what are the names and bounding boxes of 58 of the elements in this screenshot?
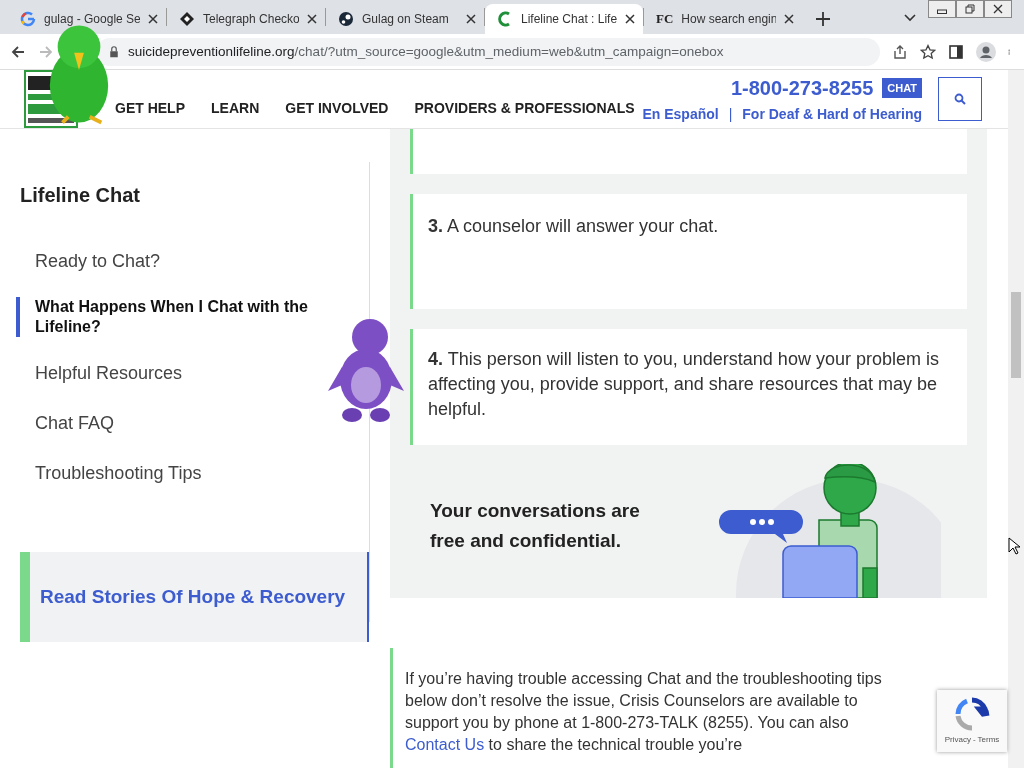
lock-icon: [108, 45, 120, 58]
chat-trouble-paragraph: If you’re having trouble accessing Chat and the troubleshooting tips below don’t resolve the issue, Crisis Counselors are available to support you by phone at 1-800-273-TALK (8255). You can also Contact Us to share the technical trouble you’re: [405, 669, 883, 755]
stories-link[interactable]: Read Stories Of Hope & Recovery: [20, 552, 369, 642]
recaptcha-link[interactable]: Privacy: [944, 735, 971, 744]
step-text: 4. This person will listen to you, understand how your problem is affecting you, provide support, and share resources that may be helpful.: [428, 348, 940, 421]
link-separator: |: [728, 105, 733, 122]
scrollbar-thumb[interactable]: [1011, 292, 1021, 378]
nav-link[interactable]: GET INVOLVED: [285, 100, 389, 116]
sidebar-link[interactable]: What Happens When I Chat with the Lifeline?: [16, 297, 316, 337]
browser-tab[interactable]: Gulag on Steam: [326, 4, 484, 34]
browser-tab[interactable]: FC How search engin: [644, 4, 802, 34]
browser-tab[interactable]: Lifeline Chat : Life: [485, 4, 643, 34]
address-bar[interactable]: suicidepreventionlifeline.org/chat/?utm_source=google&utm_medium=web&utm_campaign=onebox: [96, 37, 880, 66]
restore-button[interactable]: [956, 0, 984, 18]
sidebar-link[interactable]: Ready to Chat?: [16, 247, 161, 275]
close-icon[interactable]: [466, 14, 476, 24]
caret-icon[interactable]: [904, 14, 916, 22]
close-icon[interactable]: [625, 14, 635, 24]
close-button[interactable]: [984, 0, 1012, 18]
close-icon[interactable]: [784, 14, 794, 24]
star-icon[interactable]: [920, 43, 936, 60]
sidebar-link[interactable]: Helpful Resources: [16, 359, 183, 387]
close-icon: [993, 4, 1003, 14]
side-panel-icon[interactable]: [948, 43, 964, 60]
share-icon[interactable]: [892, 43, 908, 60]
google-icon: [20, 11, 36, 27]
header-link[interactable]: En Español: [642, 105, 719, 122]
nav-link[interactable]: PROVIDERS & PROFESSIONALS: [414, 100, 635, 116]
sidebar-link[interactable]: Chat FAQ: [16, 409, 115, 437]
back-icon[interactable]: [10, 43, 26, 60]
search-button[interactable]: [938, 77, 982, 121]
sidebar-heading: Lifeline Chat: [20, 184, 141, 207]
recaptcha-icon: [954, 696, 990, 732]
steam-icon: [338, 11, 354, 27]
banner-heading: Your conversations are free and confidential.: [430, 498, 641, 553]
link-separator: -: [972, 735, 976, 744]
browser-tab[interactable]: gulag - Google Se: [8, 4, 166, 34]
restore-icon: [965, 4, 975, 14]
minimize-button[interactable]: [928, 0, 956, 18]
cursor-icon: [1008, 537, 1020, 555]
close-icon[interactable]: [148, 14, 158, 24]
contact-link[interactable]: Contact Us: [405, 736, 485, 753]
profile-icon[interactable]: [976, 41, 996, 62]
sidebar-link[interactable]: Troubleshooting Tips: [16, 459, 202, 487]
header-link[interactable]: For Deaf & Hard of Hearing: [742, 105, 922, 122]
nav-link[interactable]: LEARN: [211, 100, 260, 116]
close-icon[interactable]: [307, 14, 317, 24]
browser-tab[interactable]: Telegraph Checko: [167, 4, 325, 34]
recaptcha-badge[interactable]: Privacy - Terms: [937, 690, 1007, 752]
diamond-icon: [179, 11, 195, 27]
scrollbar[interactable]: [1008, 70, 1024, 768]
chat-link[interactable]: CHAT: [882, 78, 922, 98]
new-tab-icon[interactable]: [816, 12, 830, 26]
search-icon: [954, 93, 966, 105]
recaptcha-link[interactable]: Terms: [977, 735, 1000, 744]
step-text: 3. A counselor will answer your chat.: [428, 215, 719, 238]
phone-number[interactable]: 1-800-273-8255: [730, 76, 874, 100]
nav-link[interactable]: GET HELP: [115, 100, 185, 116]
